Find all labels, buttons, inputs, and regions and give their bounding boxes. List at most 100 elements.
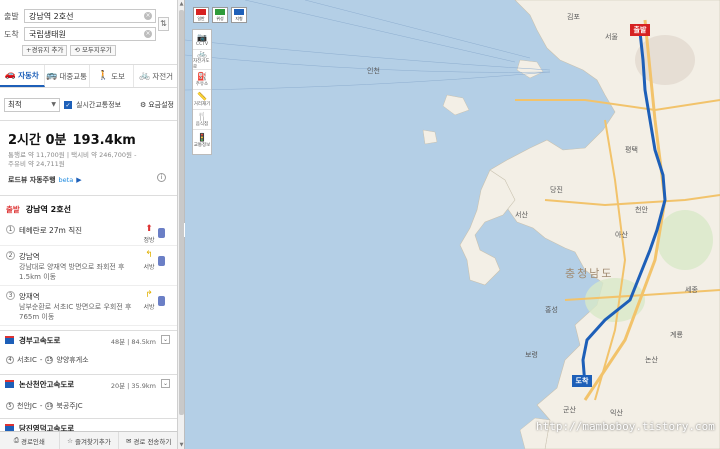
gear-icon: ⚙: [139, 101, 147, 109]
clear-all-button[interactable]: ⟲ 모두지우기: [70, 45, 116, 56]
scroll-up-icon[interactable]: ▲: [178, 0, 185, 8]
roadview-autoplay[interactable]: 로드뷰 자동주행 beta ▶: [8, 175, 170, 185]
send-route-button[interactable]: ✉ 경로 전송하기: [119, 432, 177, 449]
printer-icon: ⎙: [13, 436, 19, 444]
expressway-shield-icon: [5, 336, 14, 344]
ruler-icon: 📏: [197, 92, 207, 101]
realtime-checkbox[interactable]: ✓: [64, 101, 72, 109]
map-label: 서울: [605, 33, 618, 41]
satellite-icon: [215, 8, 225, 15]
ic-range: 4 서초IC - 15 양양휴게소: [6, 355, 89, 365]
route-panel: 출발 강남역 2호선 × 도착 국립생태원 × ⇅ +경유지 추가 ⟲ 모두지우…: [0, 0, 178, 449]
highway-segment[interactable]: 당진영덕고속도로: [0, 418, 177, 433]
step-item[interactable]: 2 강남역 강남대로 양재역 방면으로 좌회전 후 1.5km 이동 ↰ 서방: [0, 248, 177, 286]
map-layer-buttons: 일반 위성 지형: [193, 7, 247, 23]
layer-normal-button[interactable]: 일반: [193, 7, 209, 23]
bottom-actions: ⎙ 경로인쇄 ☆ 즐겨찾기추가 ✉ 경로 전송하기: [0, 431, 177, 449]
layer-terrain-button[interactable]: 지형: [231, 7, 247, 23]
map-canvas: [185, 0, 720, 449]
camera-icon: 📷: [197, 32, 207, 42]
route-type-select[interactable]: 최적 ▼: [4, 98, 60, 112]
origin-label: 출발: [4, 11, 19, 21]
chevron-down-icon: ▼: [51, 101, 56, 108]
origin-value: 강남역 2호선: [29, 11, 74, 21]
traffic-info-button[interactable]: 🚦 교통정보: [193, 130, 211, 150]
add-favorite-button[interactable]: ☆ 즐겨찾기추가: [60, 432, 120, 449]
play-icon: ▶: [76, 176, 82, 184]
bike-road-button[interactable]: 🚲 자전거도로: [193, 49, 211, 70]
map-label: 홍성: [545, 306, 558, 314]
dest-label: 도착: [4, 29, 19, 39]
roadsign-icon: [158, 228, 165, 238]
ic-range: 5 천안JC - 19 북공주JC: [6, 401, 83, 411]
start-point: 출발 강남역 2호선: [6, 204, 71, 214]
bike-icon: 🚲: [197, 49, 207, 58]
clear-dest-icon[interactable]: ×: [144, 30, 152, 38]
step-item[interactable]: 3 양재역 남부순환로 서초IC 방면으로 우회전 후 765m 이동 ↱ 서방: [0, 288, 177, 326]
gas-station-button[interactable]: ⛽ 주유소: [193, 70, 211, 90]
fork-icon: 🍴: [197, 112, 207, 121]
map-toolbar: 📷 CCTV 🚲 자전거도로 ⛽ 주유소 📏 거리재기 🍴 음식점 🚦 교통정보: [192, 29, 212, 155]
print-route-button[interactable]: ⎙ 경로인쇄: [0, 432, 60, 449]
swap-icon[interactable]: ⇅: [158, 17, 169, 31]
turn-left-icon: ↰: [145, 250, 153, 260]
scroll-thumb[interactable]: [179, 10, 184, 415]
map-label: 세종: [685, 286, 698, 294]
fare-settings-button[interactable]: ⚙ 요금설정: [140, 100, 174, 110]
info-icon[interactable]: i: [157, 173, 166, 182]
clear-all-label: 모두지우기: [81, 46, 112, 54]
expand-icon[interactable]: ⌄: [161, 379, 170, 388]
dest-row: 도착 국립생태원 ×: [4, 27, 156, 41]
realtime-label: 실시간교통정보: [76, 101, 122, 109]
route-summary: 2시간 0분 193.4km 통행료 약 11,700원 | 택시비 약 246…: [0, 120, 177, 196]
map-view[interactable]: 인천 서울 천안 세종 충청남도 당진 서산 홍성 보령 논산 계룡 군산 익산…: [185, 0, 720, 449]
gas-icon: ⛽: [197, 72, 207, 81]
bike-icon: 🚲: [139, 71, 151, 81]
tab-car[interactable]: 🚗 자동차: [0, 65, 45, 87]
measure-distance-button[interactable]: 📏 거리재기: [193, 90, 211, 110]
clear-origin-icon[interactable]: ×: [144, 12, 152, 20]
star-icon: ☆: [67, 436, 73, 445]
transport-mode-tabs: 🚗 자동차 🚌 대중교통 🚶 도보 🚲 자전거: [0, 64, 177, 88]
fare-info: 통행료 약 11,700원 | 택시비 약 246,700원 - 주유비 약 2…: [8, 151, 137, 168]
add-waypoint-button[interactable]: +경유지 추가: [22, 45, 68, 56]
highway-segment[interactable]: 논산천안고속도로 20분 | 35.9km ⌄ 5 천안JC - 19 북공주J…: [0, 374, 177, 414]
map-label: 김포: [567, 13, 580, 21]
map-label: 익산: [610, 409, 623, 417]
origin-row: 출발 강남역 2호선 ×: [4, 9, 156, 23]
map-label: 서산: [515, 211, 528, 219]
start-marker[interactable]: 출발: [630, 24, 650, 36]
dest-input[interactable]: 국립생태원 ×: [24, 27, 156, 41]
expressway-shield-icon: [5, 380, 14, 388]
map-label: 인천: [367, 67, 380, 75]
map-label: 당진: [550, 186, 563, 194]
map-label: 평택: [625, 146, 638, 154]
traffic-icon: 🚦: [197, 132, 207, 142]
cctv-button[interactable]: 📷 CCTV: [193, 30, 211, 50]
car-icon: 🚗: [4, 70, 17, 80]
scroll-down-icon[interactable]: ▼: [178, 441, 185, 449]
waypoint-actions: +경유지 추가 ⟲ 모두지우기: [22, 45, 116, 56]
roadsign-icon: [158, 296, 165, 306]
map-label: 논산: [645, 356, 658, 364]
step-item[interactable]: 1 테헤란로 27m 직진 ⬆ 정방: [0, 222, 177, 246]
total-time: 2시간 0분: [8, 133, 67, 148]
map-label: 군산: [563, 406, 576, 414]
dest-value: 국립생태원: [29, 29, 66, 39]
tab-transit[interactable]: 🚌 대중교통: [45, 65, 90, 87]
map-label: 보령: [525, 351, 538, 359]
tab-bike[interactable]: 🚲 자전거: [134, 65, 177, 87]
map-normal-icon: [196, 8, 206, 15]
restaurant-button[interactable]: 🍴 음식점: [193, 110, 211, 130]
bus-icon: 🚌: [46, 71, 58, 81]
route-options: 최적 ▼ ✓ 실시간교통정보 ⚙ 요금설정: [4, 98, 174, 112]
map-label: 천안: [635, 206, 648, 214]
end-marker[interactable]: 도착: [572, 375, 592, 387]
expand-icon[interactable]: ⌄: [161, 335, 170, 344]
layer-satellite-button[interactable]: 위성: [212, 7, 228, 23]
origin-input[interactable]: 강남역 2호선 ×: [24, 9, 156, 23]
highway-segment[interactable]: 경부고속도로 48분 | 84.5km ⌄ 4 서초IC - 15 양양휴게소: [0, 330, 177, 370]
total-distance: 193.4km: [72, 133, 136, 148]
walk-icon: 🚶: [97, 71, 110, 81]
tab-walk[interactable]: 🚶 도보: [90, 65, 135, 87]
